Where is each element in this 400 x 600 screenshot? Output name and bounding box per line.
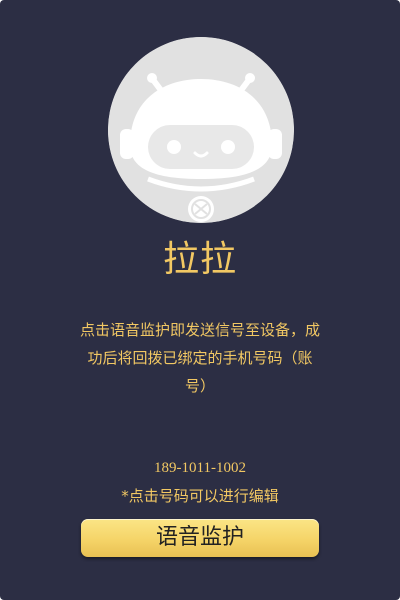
instruction-text: 点击语音监护即发送信号至设备，成功后将回拨已绑定的手机号码（账号） (80, 321, 321, 395)
voice-monitor-button[interactable]: 语音监护 (81, 519, 319, 557)
edit-hint: *点击号码可以进行编辑 (121, 487, 279, 505)
contact-name: 拉拉 (162, 239, 237, 280)
voice-monitor-screen: 拉拉 点击语音监护即发送信号至设备，成功后将回拨已绑定的手机号码（账号） 189… (0, 0, 400, 600)
avatar (108, 37, 294, 223)
robot-avatar-icon (108, 37, 294, 223)
phone-number[interactable]: 189-1011-1002 (0, 456, 400, 480)
